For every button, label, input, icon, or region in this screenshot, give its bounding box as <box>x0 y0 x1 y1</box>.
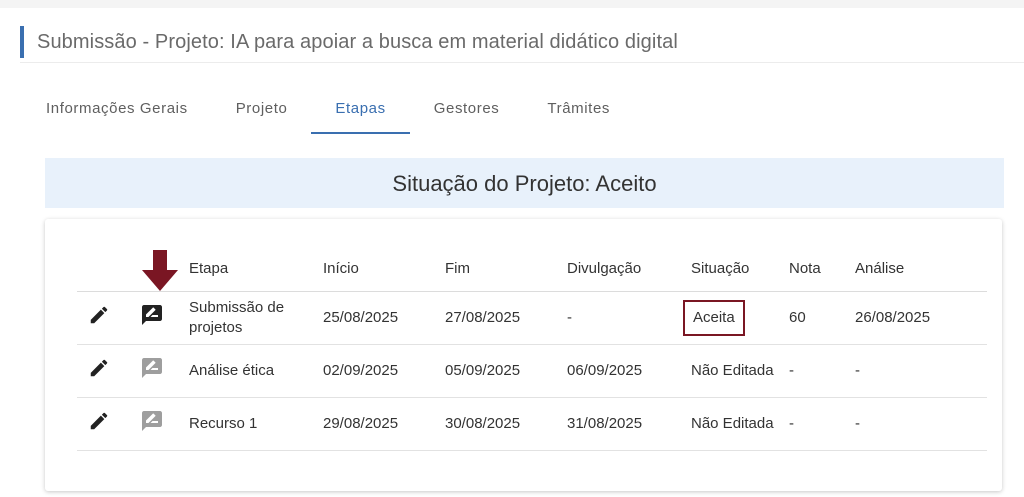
analise-cell: - <box>849 344 987 398</box>
etapa-cell: Submissão de projetos <box>183 291 317 345</box>
tab-informacoes-gerais[interactable]: Informações Gerais <box>24 90 212 134</box>
tab-gestores[interactable]: Gestores <box>410 90 524 134</box>
pencil-icon[interactable] <box>88 357 110 385</box>
header-accent-bar <box>20 26 24 58</box>
etapa-cell: Recurso 1 <box>183 397 317 451</box>
tab-tramites[interactable]: Trâmites <box>523 90 634 134</box>
divulgacao-cell: 06/09/2025 <box>561 344 685 398</box>
pencil-icon[interactable] <box>88 410 110 438</box>
table-header-row: Etapa Início Fim Divulgação Situação Not… <box>77 245 987 292</box>
header-divulgacao: Divulgação <box>561 245 685 292</box>
inicio-cell: 02/09/2025 <box>317 344 439 398</box>
divulgacao-cell: - <box>561 291 685 345</box>
fim-cell: 27/08/2025 <box>439 291 561 345</box>
header-etapa: Etapa <box>183 245 317 292</box>
etapas-card: Etapa Início Fim Divulgação Situação Not… <box>45 219 1002 491</box>
page-header: Submissão - Projeto: IA para apoiar a bu… <box>20 22 1024 63</box>
header-analise: Análise <box>849 245 987 292</box>
situacao-cell: Não Editada <box>685 397 783 451</box>
nota-cell: 60 <box>783 291 849 345</box>
nota-cell: - <box>783 344 849 398</box>
tab-bar: Informações Gerais Projeto Etapas Gestor… <box>24 90 634 134</box>
tab-etapas[interactable]: Etapas <box>311 90 410 134</box>
inicio-cell: 29/08/2025 <box>317 397 439 451</box>
inicio-cell: 25/08/2025 <box>317 291 439 345</box>
etapa-cell: Análise ética <box>183 344 317 398</box>
situacao-cell: Não Editada <box>685 344 783 398</box>
header-situacao: Situação <box>685 245 783 292</box>
header-edit-col <box>77 245 121 292</box>
project-status-banner: Situação do Projeto: Aceito <box>45 158 1004 208</box>
nota-cell: - <box>783 397 849 451</box>
header-inicio: Início <box>317 245 439 292</box>
down-arrow-marker <box>142 250 178 291</box>
rate-review-icon[interactable] <box>140 356 164 386</box>
fim-cell: 05/09/2025 <box>439 344 561 398</box>
top-strip <box>0 0 1024 8</box>
fim-cell: 30/08/2025 <box>439 397 561 451</box>
analise-cell: - <box>849 397 987 451</box>
page-title: Submissão - Projeto: IA para apoiar a bu… <box>37 31 678 53</box>
pencil-icon[interactable] <box>88 304 110 332</box>
rate-review-icon[interactable] <box>140 303 164 333</box>
analise-cell: 26/08/2025 <box>849 291 987 345</box>
divulgacao-cell: 31/08/2025 <box>561 397 685 451</box>
tab-projeto[interactable]: Projeto <box>212 90 312 134</box>
rate-review-icon[interactable] <box>140 409 164 439</box>
header-nota: Nota <box>783 245 849 292</box>
table-row: Submissão de projetos 25/08/2025 27/08/2… <box>77 291 987 345</box>
table-row: Recurso 1 29/08/2025 30/08/2025 31/08/20… <box>77 397 987 451</box>
header-fim: Fim <box>439 245 561 292</box>
etapas-table: Etapa Início Fim Divulgação Situação Not… <box>77 245 987 451</box>
table-row: Análise ética 02/09/2025 05/09/2025 06/0… <box>77 344 987 398</box>
situacao-cell: Aceita <box>683 291 783 345</box>
situacao-highlight-box: Aceita <box>683 300 745 336</box>
